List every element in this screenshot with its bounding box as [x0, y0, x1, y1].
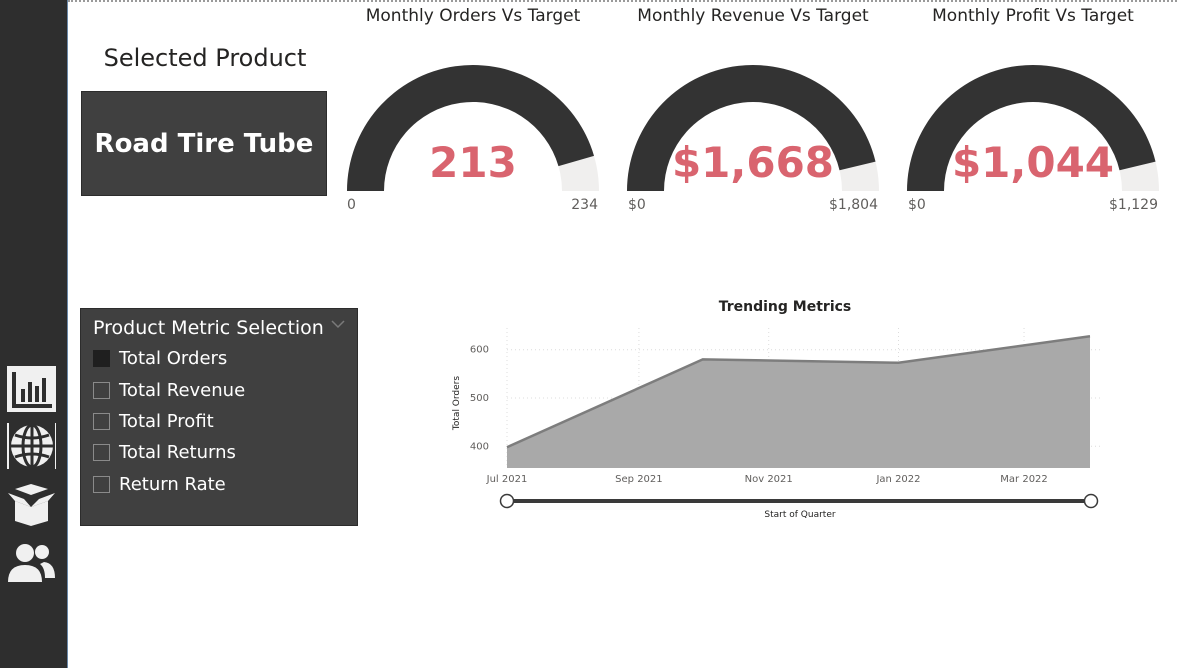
checkbox[interactable]	[93, 349, 110, 367]
x-tick-label: Sep 2021	[615, 474, 662, 485]
slider-start-handle[interactable]	[499, 493, 515, 509]
slicer-item-label: Total Returns	[119, 441, 236, 463]
gauge-max-label: $1,804	[829, 197, 878, 213]
x-tick-label: Nov 2021	[745, 474, 793, 485]
x-axis-label: Start of Quarter	[764, 510, 836, 520]
y-tick-label: 500	[470, 393, 489, 404]
gauge-max-label: $1,129	[1109, 197, 1158, 213]
y-axis-label: Total Orders	[452, 375, 462, 431]
chevron-down-icon[interactable]	[331, 319, 345, 329]
gauge-min-label: $0	[628, 197, 646, 213]
slicer-item-return-rate[interactable]: Return Rate	[93, 472, 226, 496]
y-tick-label: 600	[470, 345, 489, 356]
gauge-arc	[907, 64, 1159, 191]
selected-product-value: Road Tire Tube	[94, 128, 314, 159]
checkbox[interactable]	[93, 412, 110, 430]
product-metric-slicer: Product Metric Selection Total Orders To…	[80, 308, 358, 526]
gauge-arc	[347, 64, 599, 191]
area-fill	[507, 336, 1090, 468]
slicer-item-label: Return Rate	[119, 473, 226, 495]
checkbox[interactable]	[93, 381, 110, 399]
slicer-item-total-profit[interactable]: Total Profit	[93, 409, 214, 433]
slicer-item-label: Total Profit	[119, 410, 214, 432]
selected-product-card: Road Tire Tube	[81, 91, 327, 196]
checkbox[interactable]	[93, 443, 110, 461]
revenue-gauge[interactable]: Monthly Revenue Vs Target $1,668 $0 $1,8…	[603, 0, 903, 230]
x-tick-label: Jul 2021	[486, 474, 528, 485]
gauge-value: $1,668	[671, 138, 835, 187]
gauge-value: $1,044	[951, 138, 1115, 187]
gauge-min-label: $0	[908, 197, 926, 213]
open-box-icon[interactable]	[7, 481, 56, 527]
gauge-arc	[627, 64, 879, 191]
trend-area-chart[interactable]: 400 500 600 Jul 2021 Sep 2021 Nov 2021 Jan 202…	[440, 320, 1120, 520]
x-tick-label: Jan 2022	[875, 474, 920, 485]
slicer-item-total-revenue[interactable]: Total Revenue	[93, 378, 245, 402]
slicer-item-total-orders[interactable]: Total Orders	[93, 346, 227, 370]
checkbox[interactable]	[93, 475, 110, 493]
slicer-item-label: Total Orders	[119, 347, 228, 369]
bar-chart-icon[interactable]	[7, 366, 56, 412]
gauge-max-label: 234	[571, 197, 598, 213]
slicer-item-total-returns[interactable]: Total Returns	[93, 440, 236, 464]
slicer-item-label: Total Revenue	[119, 379, 246, 401]
profit-gauge[interactable]: Monthly Profit Vs Target $1,044 $0 $1,12…	[883, 0, 1177, 230]
orders-gauge[interactable]: Monthly Orders Vs Target 213 0 234	[323, 0, 623, 230]
gauge-value: 213	[429, 138, 517, 187]
gauge-min-label: 0	[347, 197, 356, 213]
users-icon[interactable]	[7, 539, 56, 585]
selected-product-title: Selected Product	[103, 44, 307, 72]
y-tick-label: 400	[470, 441, 489, 452]
nav-sidebar	[0, 0, 68, 668]
x-tick-label: Mar 2022	[1000, 474, 1048, 485]
slicer-title: Product Metric Selection	[93, 317, 324, 339]
slider-end-handle[interactable]	[1083, 493, 1099, 509]
chart-title: Trending Metrics	[718, 299, 852, 315]
globe-icon[interactable]	[7, 423, 56, 469]
